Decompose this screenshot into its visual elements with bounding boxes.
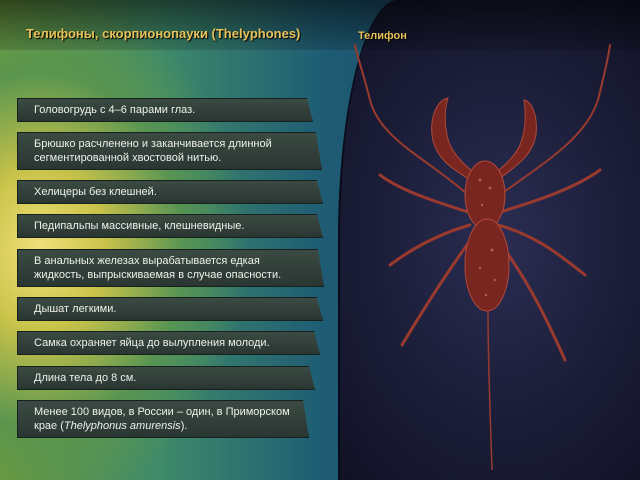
fact-glands: В анальных железах вырабатывается едкая … <box>17 249 324 287</box>
fact-species: Менее 100 видов, в России – один, в Прим… <box>17 400 309 438</box>
fact-species-text: Менее 100 видов, в России – один, в Прим… <box>34 406 290 432</box>
page-title: Телифоны, скорпионопауки (Thelyphones) <box>26 26 301 41</box>
right-leg-3 <box>496 223 587 277</box>
tail-flagellum <box>487 311 493 470</box>
left-leg-2 <box>378 173 470 214</box>
fact-chelicerae: Хелицеры без клешней. <box>17 180 323 204</box>
abdomen <box>464 218 510 312</box>
fact-eggs: Самка охраняет яйца до вылупления молоди… <box>17 331 320 355</box>
fact-pedipalps: Педипальпы массивные, клешневидные. <box>17 214 323 238</box>
fact-eyes: Головогрудь с 4–6 парами глаз. <box>17 98 313 122</box>
right-pedipalp <box>493 99 537 181</box>
left-leg-4 <box>400 236 474 347</box>
fact-breathing: Дышат легкими. <box>17 297 323 321</box>
right-antenniform-leg <box>499 44 611 196</box>
fact-abdomen: Брюшко расчленено и заканчивается длинно… <box>17 132 322 170</box>
fact-length: Длина тела до 8 см. <box>17 366 315 390</box>
left-pedipalp <box>431 97 477 181</box>
whip-scorpion-illustration <box>354 44 611 470</box>
left-antenniform-leg <box>354 44 469 196</box>
slide-background: Телифоны, скорпионопауки (Thelyphones) Т… <box>0 0 640 480</box>
right-leg-2 <box>498 168 602 214</box>
